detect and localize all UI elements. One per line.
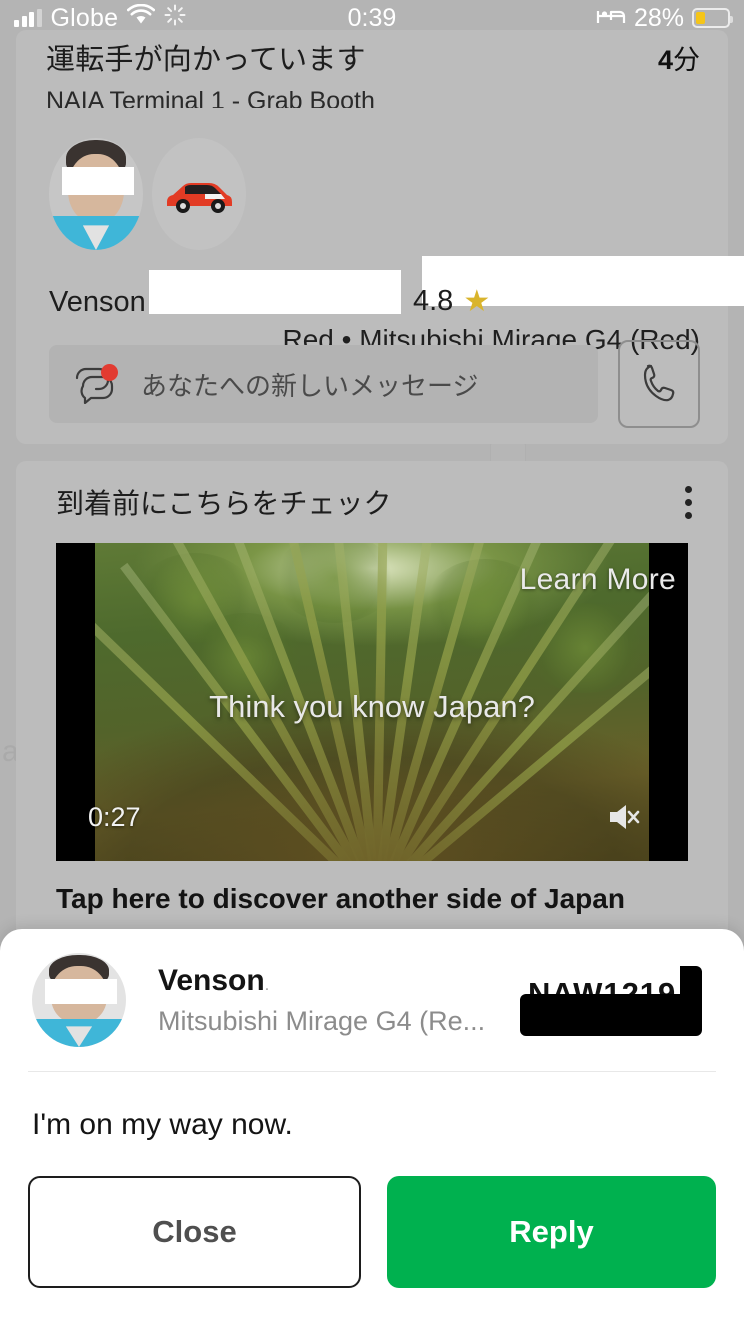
battery-percent-label: 28%: [633, 3, 684, 32]
message-bar-text: あなたへの新しいメッセージ: [141, 370, 479, 401]
sheet-plate-redaction-edge: [680, 966, 702, 1036]
ad-video-player[interactable]: Learn More Think you know Japan? 0:27: [56, 543, 688, 861]
sheet-avatar-redaction: [45, 979, 117, 1004]
sheet-action-row: Close Reply: [0, 1142, 744, 1288]
close-button[interactable]: Close: [28, 1176, 361, 1288]
learn-more-link[interactable]: Learn More: [520, 563, 676, 597]
star-icon: ★: [463, 284, 491, 318]
sheet-header: Venson. Mitsubishi Mirage G4 (Re... NAW1…: [0, 929, 744, 1071]
phone-icon: [639, 360, 679, 409]
red-car-icon: [152, 138, 246, 250]
trip-status-title: 運転手が向かっています: [46, 44, 366, 76]
ad-footer-text: Tap here to discover another side of Jap…: [56, 883, 625, 914]
trip-eta-value: 4: [657, 45, 673, 75]
message-bottom-sheet: Venson. Mitsubishi Mirage G4 (Re... NAW1…: [0, 929, 744, 1323]
app-screen: a Globe 0:39 28% 運転手が向かっています 4分 NAIA Ter…: [0, 0, 744, 1323]
ad-video-time: 0:27: [88, 802, 141, 832]
battery-icon: [692, 8, 733, 28]
sheet-driver-name-text: Venson: [158, 963, 265, 997]
driver-avatar[interactable]: [49, 138, 143, 250]
speaker-mute-icon[interactable]: [606, 801, 640, 833]
driver-name-label: Venson: [49, 286, 146, 318]
chat-bubble-icon: [73, 364, 119, 404]
bed-icon: [596, 4, 626, 33]
ad-video-caption: Think you know Japan?: [209, 689, 535, 724]
sheet-message-text: I'm on my way now.: [32, 1108, 293, 1141]
sheet-driver-name-suffix: .: [264, 976, 270, 994]
reply-button[interactable]: Reply: [387, 1176, 716, 1288]
trip-eta: 4分: [658, 38, 700, 77]
ad-title: 到着前にこちらをチェック: [56, 488, 392, 519]
sheet-plate-badge: NAW1219: [520, 964, 716, 1036]
status-bar-right: 28%: [596, 3, 733, 33]
unread-badge: [101, 364, 118, 381]
trip-eta-unit: 分: [673, 45, 700, 75]
driver-card: Red • Mitsubishi Mirage G4 (Red) Venson …: [16, 108, 744, 444]
driver-rating-value: 4.8: [413, 285, 454, 317]
sheet-driver-vehicle: Mitsubishi Mirage G4 (Re...: [158, 1005, 486, 1036]
driver-rating: 4.8 ★: [413, 285, 490, 318]
call-driver-button[interactable]: [618, 340, 700, 428]
kebab-menu-icon[interactable]: [679, 480, 698, 525]
trip-title-row: 運転手が向かっています 4分: [46, 36, 700, 78]
ad-header: 到着前にこちらをチェック: [16, 461, 728, 543]
sheet-driver-name: Venson.: [158, 964, 485, 998]
avatar-redaction: [62, 167, 134, 196]
status-bar: Globe 0:39 28%: [0, 0, 744, 36]
driver-top-row: Red • Mitsubishi Mirage G4 (Red): [16, 108, 744, 355]
driver-contact-row: あなたへの新しいメッセージ: [49, 340, 700, 428]
sheet-driver-avatar: [32, 953, 126, 1047]
message-bar[interactable]: あなたへの新しいメッセージ: [49, 345, 598, 423]
ad-card[interactable]: 到着前にこちらをチェック Learn More Think you know J…: [16, 461, 728, 961]
sheet-driver-info: Venson. Mitsubishi Mirage G4 (Re...: [158, 964, 485, 1037]
sheet-plate-redaction: [520, 994, 694, 1036]
driver-name-redaction: [149, 270, 401, 314]
